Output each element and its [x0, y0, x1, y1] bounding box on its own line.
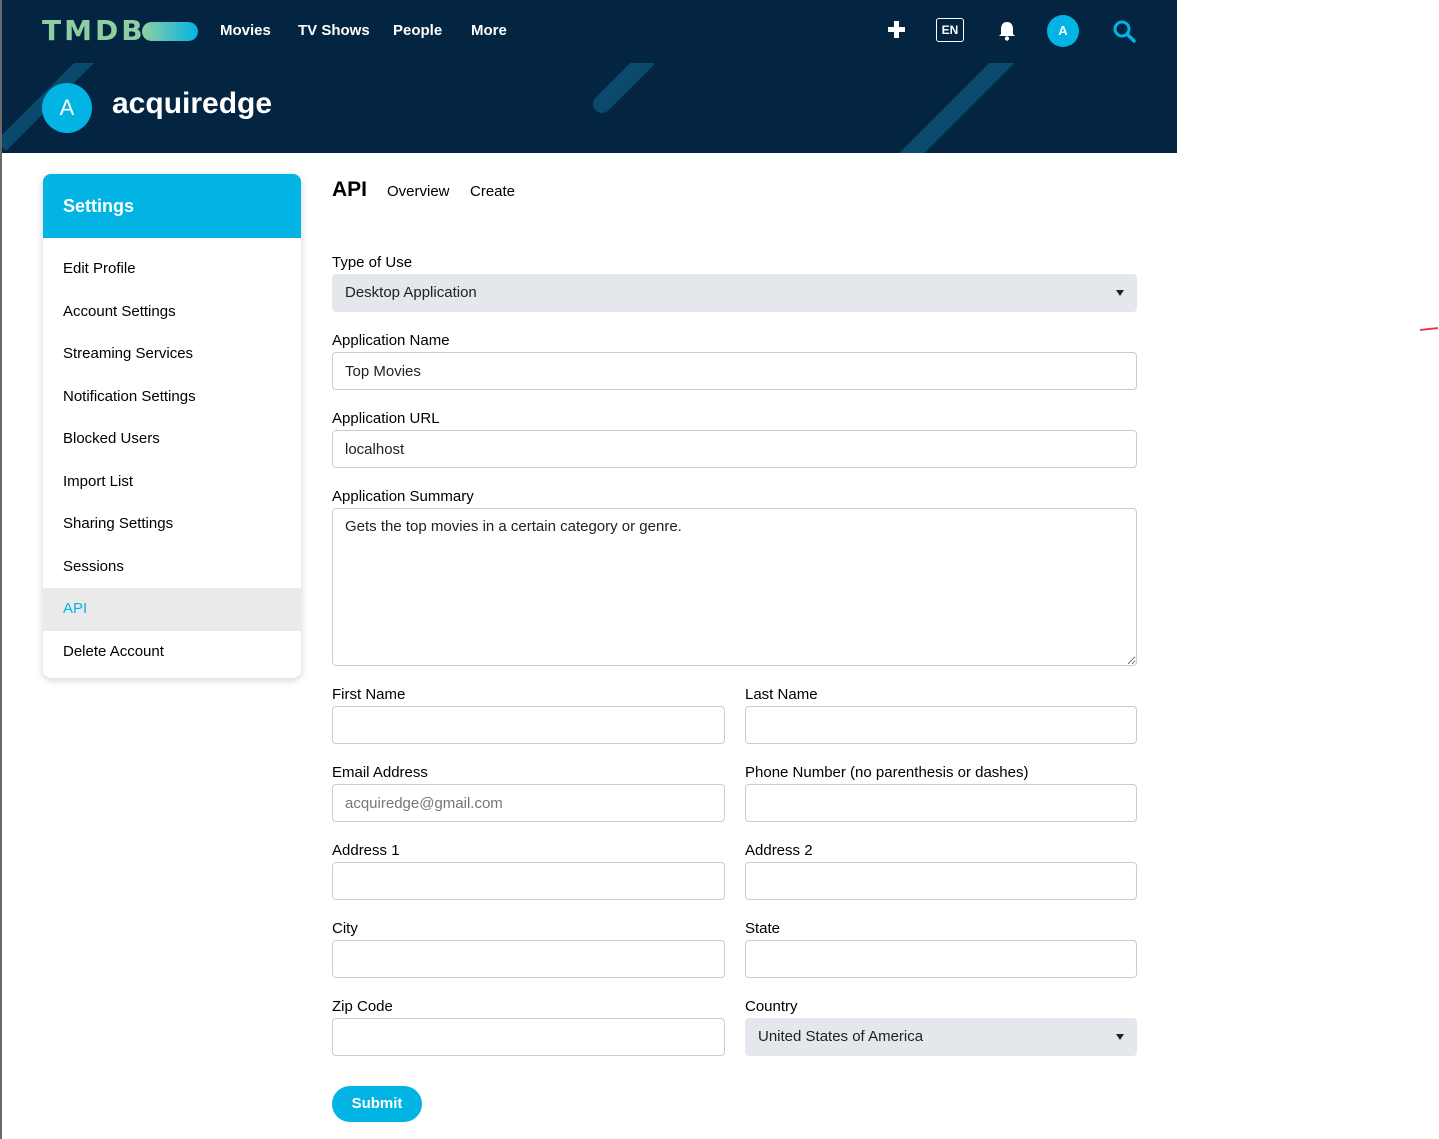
sidebar-item-account-settings[interactable]: Account Settings [43, 291, 301, 334]
nav-item-tv-shows[interactable]: TV Shows [298, 22, 370, 39]
type-of-use-value: Desktop Application [345, 284, 477, 301]
annotation-mark [1419, 327, 1439, 331]
address2-label: Address 2 [745, 842, 813, 859]
search-icon[interactable] [1112, 19, 1136, 43]
sidebar-item-notification-settings[interactable]: Notification Settings [43, 376, 301, 419]
first-name-input[interactable] [332, 706, 725, 744]
logo[interactable]: TMDB [42, 14, 146, 47]
profile-avatar[interactable]: A [42, 83, 92, 133]
sidebar-item-sharing-settings[interactable]: Sharing Settings [43, 503, 301, 546]
plus-icon[interactable] [886, 19, 908, 41]
type-of-use-select[interactable]: Desktop Application [332, 274, 1137, 312]
state-label: State [745, 920, 781, 937]
app-summary-textarea[interactable]: Gets the top movies in a certain categor… [332, 508, 1137, 666]
nav-item-movies[interactable]: Movies [220, 22, 271, 39]
language-button[interactable]: EN [936, 18, 964, 42]
window-edge [0, 0, 2, 1139]
submit-button[interactable]: Submit [332, 1086, 422, 1122]
phone-label: Phone Number (no parenthesis or dashes) [745, 764, 1029, 781]
address1-label: Address 1 [332, 842, 400, 859]
settings-sidebar: Settings Edit Profile Account Settings S… [43, 174, 301, 678]
country-select[interactable]: United States of America [745, 1018, 1137, 1056]
chevron-down-icon [1116, 1034, 1124, 1040]
zip-input[interactable] [332, 1018, 725, 1056]
nav-item-people[interactable]: People [393, 22, 442, 39]
sidebar-item-blocked-users[interactable]: Blocked Users [43, 418, 301, 461]
city-label: City [332, 920, 358, 937]
state-input[interactable] [745, 940, 1137, 978]
city-input[interactable] [332, 940, 725, 978]
chevron-down-icon [1116, 290, 1124, 296]
tab-overview[interactable]: Overview [387, 183, 450, 200]
last-name-label: Last Name [745, 686, 818, 703]
app-name-label: Application Name [332, 332, 450, 349]
email-field[interactable] [332, 784, 725, 822]
app-url-label: Application URL [332, 410, 440, 427]
sidebar-item-streaming-services[interactable]: Streaming Services [43, 333, 301, 376]
phone-input[interactable] [745, 784, 1137, 822]
tab-create[interactable]: Create [470, 183, 515, 200]
logo-pill [142, 22, 198, 41]
bell-icon[interactable] [997, 20, 1017, 42]
profile-username[interactable]: acquiredge [112, 87, 272, 121]
sidebar-item-api[interactable]: API [43, 588, 301, 631]
email-label: Email Address [332, 764, 428, 781]
first-name-label: First Name [332, 686, 406, 703]
profile-banner: A acquiredge [2, 63, 1177, 153]
page-title: API [332, 178, 368, 201]
zip-label: Zip Code [332, 998, 393, 1015]
user-avatar[interactable]: A [1047, 15, 1079, 47]
sidebar-item-edit-profile[interactable]: Edit Profile [43, 248, 301, 291]
sidebar-item-import-list[interactable]: Import List [43, 461, 301, 504]
app-summary-label: Application Summary [332, 488, 474, 505]
type-of-use-label: Type of Use [332, 254, 413, 271]
nav-item-more[interactable]: More [471, 22, 507, 39]
app-name-input[interactable] [332, 352, 1137, 390]
sidebar-list: Edit Profile Account Settings Streaming … [43, 238, 301, 673]
app-url-input[interactable] [332, 430, 1137, 468]
country-label: Country [745, 998, 798, 1015]
banner-stripe [589, 63, 659, 117]
sidebar-item-delete-account[interactable]: Delete Account [43, 631, 301, 674]
address1-input[interactable] [332, 862, 725, 900]
address2-input[interactable] [745, 862, 1137, 900]
sidebar-item-sessions[interactable]: Sessions [43, 546, 301, 589]
top-nav: TMDB Movies TV Shows People More EN A [2, 0, 1177, 63]
last-name-input[interactable] [745, 706, 1137, 744]
country-value: United States of America [758, 1028, 924, 1045]
sidebar-title: Settings [43, 174, 301, 238]
banner-stripe [897, 63, 1017, 153]
